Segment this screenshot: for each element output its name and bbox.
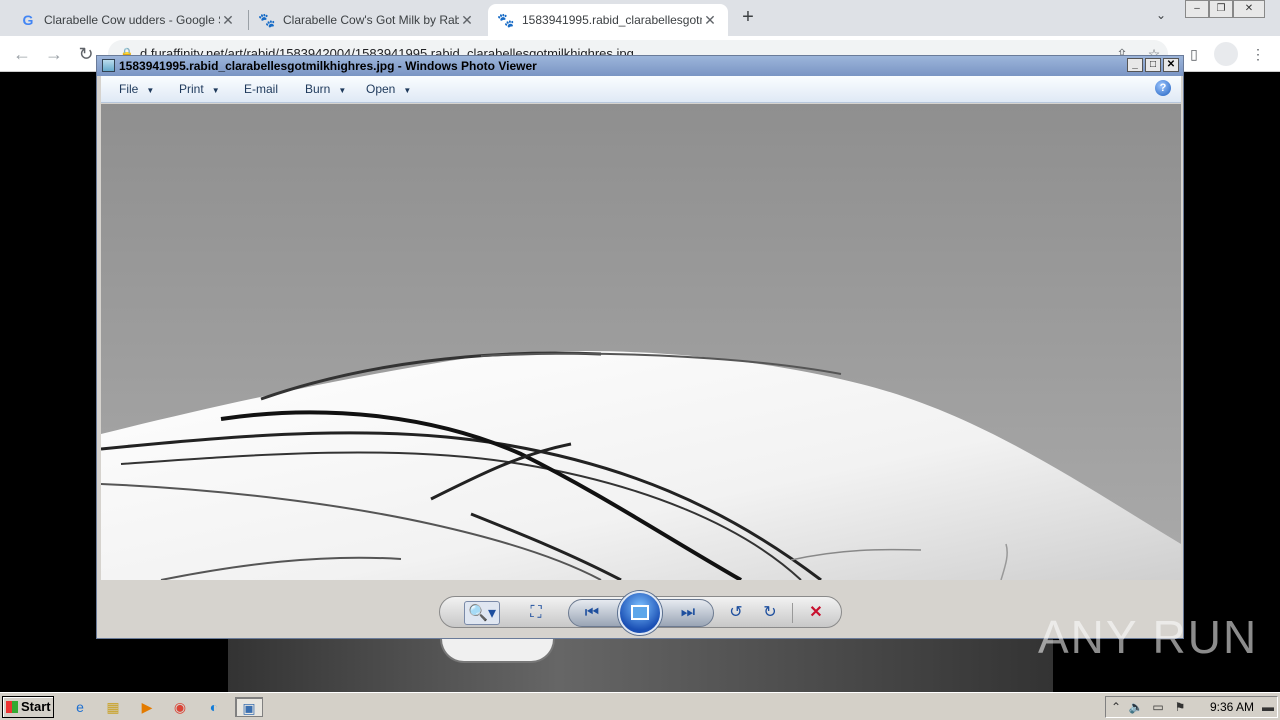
- menu-label: E-mail: [244, 82, 279, 96]
- restore-icon[interactable]: ❐: [1209, 0, 1233, 18]
- background-image: [228, 639, 1053, 692]
- taskbar: Start e ▦ ▶ ◉ ◐ ▣ ⌃ 🔈 ▭ ⚑ 9:36 AM ▬: [0, 692, 1280, 720]
- tab-title: Clarabelle Cow udders - Google Sear: [44, 13, 220, 27]
- close-tab-icon[interactable]: ✕: [459, 12, 475, 29]
- forward-icon[interactable]: →: [42, 42, 66, 66]
- window-title: 1583941995.rabid_clarabellesgotmilkhighr…: [119, 59, 537, 73]
- google-icon: G: [22, 12, 34, 28]
- photo-viewer-controls: 🔍▾ ⛶ ⏮ ⏭ ↺ ↻ ✕: [439, 591, 842, 635]
- menu-file[interactable]: File ▼: [119, 81, 154, 97]
- photo-canvas[interactable]: [101, 104, 1181, 580]
- delete-icon[interactable]: ✕: [804, 601, 828, 625]
- rotate-counterclockwise-icon[interactable]: ↺: [724, 601, 748, 625]
- actual-size-icon[interactable]: ⛶: [524, 601, 548, 625]
- menu-label: Open: [366, 82, 396, 96]
- minimize-icon[interactable]: _: [1127, 58, 1143, 72]
- chevron-down-icon: ▼: [146, 86, 155, 95]
- tab-image-active[interactable]: 🐾 1583941995.rabid_clarabellesgotmilk ✕: [488, 4, 728, 36]
- zoom-icon[interactable]: 🔍▾: [464, 601, 500, 625]
- anyrun-watermark: ANY RUN: [1038, 611, 1259, 663]
- previous-icon[interactable]: ⏮: [580, 601, 604, 625]
- explorer-icon[interactable]: ▦: [102, 697, 124, 717]
- menu-kebab-icon[interactable]: ⋮: [1248, 44, 1268, 64]
- side-panel-icon[interactable]: ▯: [1184, 44, 1204, 64]
- paw-icon: 🐾: [258, 11, 276, 28]
- system-tray: ⌃ 🔈 ▭ ⚑ 9:36 AM ▬: [1105, 696, 1278, 718]
- slideshow-button[interactable]: [618, 591, 662, 635]
- rotate-clockwise-icon[interactable]: ↻: [758, 601, 782, 625]
- flag-icon[interactable]: ⚑: [1172, 699, 1188, 715]
- menu-open[interactable]: Open ▼: [366, 81, 411, 97]
- menu-burn[interactable]: Burn ▼: [305, 81, 346, 97]
- new-tab-button[interactable]: +: [738, 6, 758, 28]
- menu-label: Burn: [305, 82, 331, 96]
- show-desktop-icon[interactable]: ▬: [1260, 699, 1276, 715]
- volume-icon[interactable]: 🔈: [1128, 699, 1144, 715]
- close-tab-icon[interactable]: ✕: [702, 12, 718, 29]
- tab-title: 1583941995.rabid_clarabellesgotmilk: [522, 13, 702, 27]
- chevron-down-icon: ▼: [338, 86, 347, 95]
- close-icon[interactable]: ✕: [1233, 0, 1265, 18]
- menu-label: Print: [179, 82, 204, 96]
- ie-icon[interactable]: e: [69, 697, 91, 717]
- maximize-icon[interactable]: □: [1145, 58, 1161, 72]
- chevron-down-icon: ▼: [211, 86, 220, 95]
- start-label: Start: [21, 699, 51, 714]
- menu-print[interactable]: Print ▼: [179, 81, 220, 97]
- edge-icon[interactable]: ◐: [203, 697, 225, 717]
- clock[interactable]: 9:36 AM: [1210, 700, 1254, 714]
- photo-viewer-titlebar[interactable]: 1583941995.rabid_clarabellesgotmilkhighr…: [97, 56, 1183, 76]
- photo-viewer-icon[interactable]: ▣: [235, 697, 263, 717]
- profile-avatar[interactable]: [1214, 42, 1238, 66]
- photo-viewer-menubar: File ▼ Print ▼ E-mail Burn ▼ Open ▼ ?: [101, 76, 1181, 103]
- browser-tabbar: G Clarabelle Cow udders - Google Sear ✕ …: [0, 0, 1280, 36]
- zoomed-photo: [101, 104, 1181, 580]
- tab-search-icon[interactable]: ⌄: [1151, 8, 1171, 26]
- tab-google-search[interactable]: G Clarabelle Cow udders - Google Sear ✕: [10, 4, 246, 36]
- photo-viewer-window: 1583941995.rabid_clarabellesgotmilkhighr…: [96, 55, 1184, 639]
- menu-label: File: [119, 82, 139, 96]
- background-image-detail: [440, 639, 555, 663]
- help-icon[interactable]: ?: [1155, 80, 1171, 96]
- next-icon[interactable]: ⏭: [676, 601, 700, 625]
- control-divider: [792, 603, 793, 623]
- tab-title: Clarabelle Cow's Got Milk by Rabid --: [283, 13, 459, 27]
- reload-icon[interactable]: ↻: [74, 42, 98, 66]
- close-icon[interactable]: ✕: [1163, 58, 1179, 72]
- minimize-icon[interactable]: –: [1185, 0, 1209, 18]
- chevron-up-icon[interactable]: ⌃: [1108, 699, 1124, 715]
- chevron-down-icon: ▼: [403, 86, 412, 95]
- close-tab-icon[interactable]: ✕: [220, 12, 236, 29]
- paw-icon: 🐾: [497, 11, 515, 28]
- photo-viewer-app-icon: [102, 59, 115, 72]
- windows-logo-icon: [6, 701, 18, 713]
- back-icon[interactable]: ←: [10, 42, 34, 66]
- chrome-icon[interactable]: ◉: [169, 697, 191, 717]
- slideshow-icon: [631, 605, 649, 620]
- start-button[interactable]: Start: [2, 696, 54, 718]
- tab-furaffinity-page[interactable]: 🐾 Clarabelle Cow's Got Milk by Rabid -- …: [249, 4, 485, 36]
- network-icon[interactable]: ▭: [1150, 699, 1166, 715]
- media-player-icon[interactable]: ▶: [136, 697, 158, 717]
- menu-email[interactable]: E-mail: [244, 81, 278, 97]
